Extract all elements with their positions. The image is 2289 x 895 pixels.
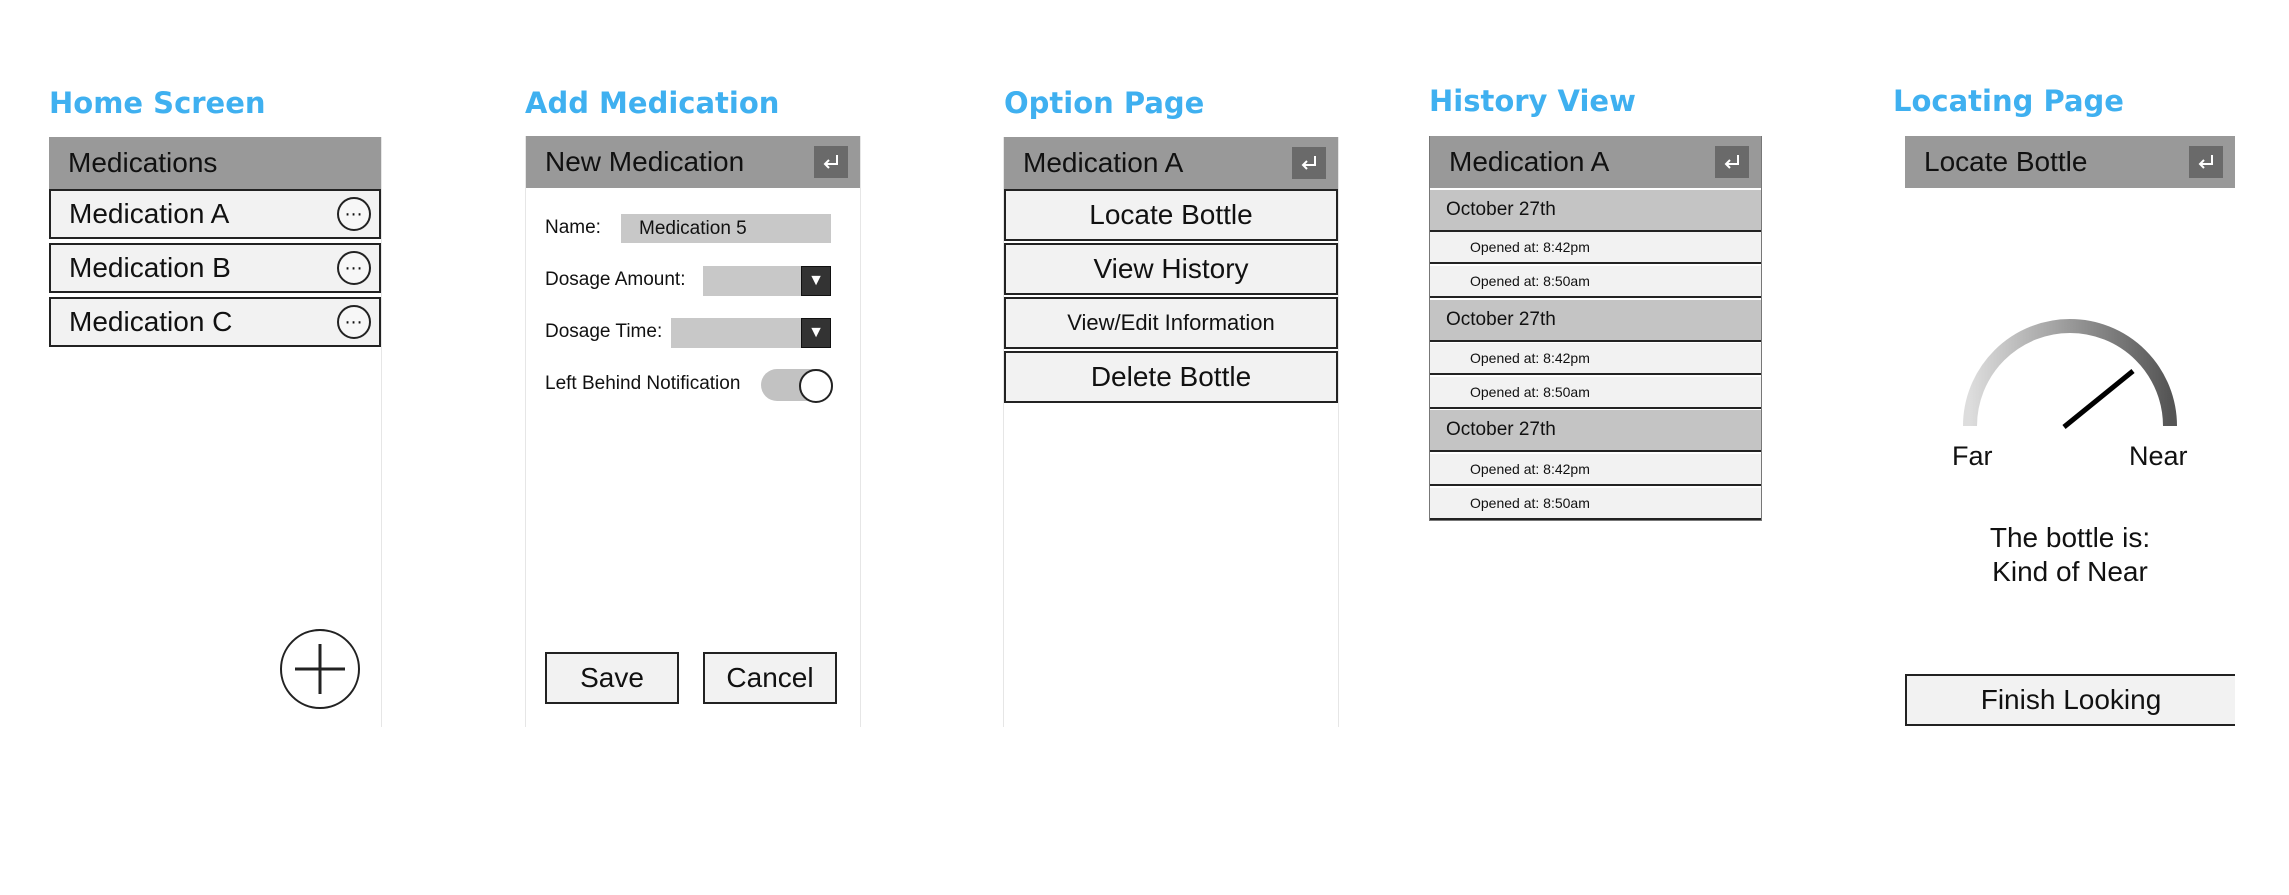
locating-header: Locate Bottle (1905, 136, 2235, 188)
dropdown-arrow-icon: ▼ (801, 318, 831, 348)
return-button[interactable] (2189, 146, 2223, 178)
name-label: Name: (545, 217, 601, 238)
locating-screen: Locate Bottle Far Near The bottle is: Ki… (1905, 136, 2235, 727)
medication-list-item[interactable]: Medication B ⋯ (49, 243, 381, 293)
proximity-status: The bottle is: Kind of Near (1940, 521, 2200, 589)
gauge-needle (2062, 369, 2135, 429)
history-entry: Opened at: 8:50am (1430, 488, 1761, 520)
proximity-gauge (1963, 319, 2177, 429)
view-edit-information-button[interactable]: View/Edit Information (1004, 297, 1338, 349)
return-arrow-icon (1724, 155, 1739, 169)
plus-icon (295, 644, 345, 694)
gauge-far-label: Far (1952, 441, 1993, 471)
medication-name: Medication B (69, 252, 231, 283)
add-medication-header-title: New Medication (545, 146, 745, 177)
history-entry: Opened at: 8:42pm (1430, 232, 1761, 264)
history-date-row: October 27th (1430, 410, 1761, 452)
cancel-button[interactable]: Cancel (703, 652, 837, 704)
save-button[interactable]: Save (545, 652, 679, 704)
option-header-title: Medication A (1023, 147, 1184, 178)
home-screen: Medications Medication A ⋯ Medication B … (49, 137, 382, 727)
more-options-icon[interactable]: ⋯ (337, 251, 371, 285)
toggle-knob (799, 369, 833, 403)
finish-looking-button[interactable]: Finish Looking (1905, 674, 2235, 726)
add-medication-header: New Medication (526, 136, 860, 188)
panel-title-locating-page: Locating Page (1893, 84, 2124, 118)
left-behind-notification-toggle[interactable] (761, 369, 833, 403)
home-header: Medications (49, 137, 381, 189)
medication-name: Medication C (69, 306, 233, 337)
medication-list-item[interactable]: Medication C ⋯ (49, 297, 381, 347)
history-entry: Opened at: 8:50am (1430, 266, 1761, 298)
add-medication-button[interactable] (280, 629, 360, 709)
gauge-arc (1963, 319, 2177, 427)
return-button[interactable] (1292, 147, 1326, 179)
dosage-amount-label: Dosage Amount: (545, 269, 686, 290)
history-entry: Opened at: 8:50am (1430, 377, 1761, 409)
gauge-near-label: Near (2129, 441, 2188, 471)
medication-list-item[interactable]: Medication A ⋯ (49, 189, 381, 239)
return-button[interactable] (814, 146, 848, 178)
panel-title-history-view: History View (1429, 84, 1636, 118)
history-date-row: October 27th (1430, 300, 1761, 342)
dosage-time-select[interactable]: ▼ (671, 318, 831, 348)
delete-bottle-button[interactable]: Delete Bottle (1004, 351, 1338, 403)
add-medication-screen: New Medication Name: Dosage Amount: ▼ Do… (525, 136, 861, 727)
dosage-time-label: Dosage Time: (545, 321, 663, 342)
return-arrow-icon (823, 155, 838, 169)
name-input[interactable] (621, 214, 831, 243)
panel-title-add-medication: Add Medication (525, 86, 780, 120)
option-screen: Medication A Locate Bottle View History … (1003, 137, 1339, 727)
left-behind-notification-label: Left Behind Notification (545, 373, 741, 394)
view-history-button[interactable]: View History (1004, 243, 1338, 295)
history-header-title: Medication A (1449, 146, 1610, 177)
locating-header-title: Locate Bottle (1924, 146, 2088, 177)
locate-bottle-button[interactable]: Locate Bottle (1004, 189, 1338, 241)
dropdown-arrow-icon: ▼ (801, 266, 831, 296)
medication-name: Medication A (69, 198, 230, 229)
proximity-status-line: The bottle is: (1989, 522, 2151, 553)
history-screen: Medication A October 27th Opened at: 8:4… (1429, 136, 1762, 521)
more-options-icon[interactable]: ⋯ (337, 197, 371, 231)
proximity-status-value: Kind of Near (1992, 556, 2148, 587)
history-entry: Opened at: 8:42pm (1430, 343, 1761, 375)
more-options-icon[interactable]: ⋯ (337, 305, 371, 339)
wireframe-canvas: Home Screen Medications Medication A ⋯ M… (0, 0, 2289, 895)
return-button[interactable] (1715, 146, 1749, 178)
option-header: Medication A (1004, 137, 1338, 189)
return-arrow-icon (1301, 156, 1316, 170)
history-entry: Opened at: 8:42pm (1430, 454, 1761, 486)
home-header-title: Medications (68, 147, 218, 178)
panel-title-home: Home Screen (49, 86, 266, 120)
dosage-amount-select[interactable]: ▼ (703, 266, 831, 296)
history-header: Medication A (1430, 136, 1761, 188)
history-date-row: October 27th (1430, 190, 1761, 232)
return-arrow-icon (2198, 155, 2213, 169)
panel-title-option-page: Option Page (1004, 86, 1205, 120)
